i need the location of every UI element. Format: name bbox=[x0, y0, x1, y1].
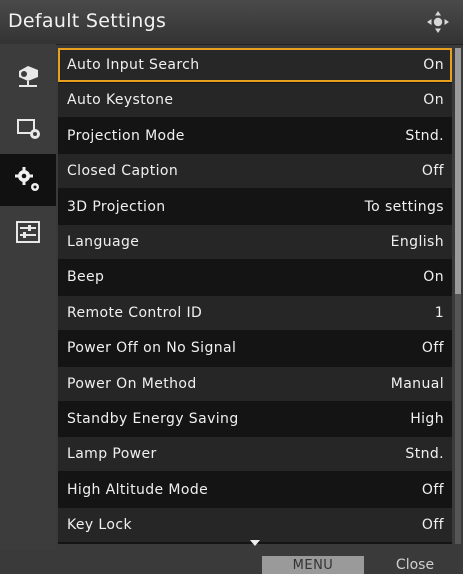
setting-row[interactable]: Power On Method Manual bbox=[58, 366, 452, 401]
display-settings-icon bbox=[17, 119, 40, 139]
setting-value: On bbox=[423, 57, 444, 73]
setting-row[interactable]: Closed Caption Off bbox=[58, 154, 452, 189]
sidebar-item-general-settings[interactable] bbox=[0, 154, 56, 206]
title-bar: Default Settings bbox=[0, 0, 463, 45]
setting-value: To settings bbox=[364, 198, 444, 215]
setting-label: Auto Input Search bbox=[67, 57, 200, 73]
setting-label: Language bbox=[67, 234, 140, 250]
setting-row[interactable]: Lamp Power Stnd. bbox=[58, 437, 452, 472]
close-button[interactable]: Close bbox=[380, 556, 450, 574]
setting-value: Stnd. bbox=[405, 446, 444, 463]
projector-icon bbox=[19, 66, 38, 87]
setting-label: Projection Mode bbox=[67, 127, 185, 144]
settings-list: Auto Input Search On Auto Keystone On Projec… bbox=[58, 48, 452, 544]
scrollbar-thumb[interactable] bbox=[455, 48, 461, 294]
setting-row[interactable]: Beep On bbox=[58, 260, 452, 295]
setting-row[interactable]: Standby Energy Saving High bbox=[58, 402, 452, 436]
setting-row[interactable]: Power Off on No Signal Off bbox=[58, 331, 452, 366]
setting-label: Closed Caption bbox=[67, 163, 179, 180]
menu-button[interactable]: MENU bbox=[262, 556, 364, 574]
setting-label: Beep bbox=[67, 269, 105, 286]
setting-label: High Altitude Mode bbox=[67, 481, 209, 498]
setting-row[interactable]: Key Lock Off bbox=[58, 508, 452, 543]
setting-value: Stnd. bbox=[405, 127, 444, 144]
setting-label: Key Lock bbox=[67, 517, 132, 534]
setting-value: Off bbox=[421, 163, 444, 180]
setting-label: 3D Projection bbox=[67, 198, 166, 215]
setting-value: Off bbox=[421, 481, 444, 498]
setting-label: Power Off on No Signal bbox=[67, 340, 237, 357]
setting-row[interactable]: Language English bbox=[58, 225, 452, 259]
gears-icon bbox=[15, 167, 39, 191]
setting-row[interactable]: Remote Control ID 1 bbox=[58, 295, 452, 330]
setting-row[interactable]: High Altitude Mode Off bbox=[58, 472, 452, 507]
category-sidebar bbox=[0, 44, 56, 549]
setting-value: 1 bbox=[434, 304, 444, 321]
setting-value: High bbox=[410, 411, 444, 427]
setting-row[interactable]: Auto Keystone On bbox=[58, 83, 452, 118]
setting-value: On bbox=[423, 269, 444, 286]
sliders-icon bbox=[16, 221, 40, 243]
setting-row[interactable]: 3D Projection To settings bbox=[58, 189, 452, 224]
page-title: Default Settings bbox=[8, 10, 167, 32]
setting-value: Off bbox=[421, 517, 444, 534]
sidebar-item-adjustments[interactable] bbox=[0, 206, 56, 258]
setting-label: Power On Method bbox=[67, 375, 197, 392]
scrollbar[interactable] bbox=[455, 48, 461, 544]
sidebar-item-display[interactable] bbox=[0, 102, 56, 154]
setting-label: Auto Keystone bbox=[67, 92, 174, 109]
setting-row[interactable]: Auto Input Search On bbox=[58, 48, 452, 82]
setting-label: Remote Control ID bbox=[67, 304, 203, 321]
setting-row[interactable]: Projection Mode Stnd. bbox=[58, 118, 452, 153]
setting-label: Lamp Power bbox=[67, 446, 157, 463]
setting-label: Standby Energy Saving bbox=[67, 411, 239, 427]
scroll-down-arrow-icon bbox=[250, 540, 260, 546]
setting-value: Manual bbox=[390, 375, 444, 392]
setting-value: English bbox=[390, 234, 444, 250]
directional-pad-icon bbox=[427, 11, 449, 33]
sidebar-item-projector[interactable] bbox=[0, 50, 56, 102]
setting-value: On bbox=[423, 92, 444, 109]
setting-value: Off bbox=[421, 340, 444, 357]
